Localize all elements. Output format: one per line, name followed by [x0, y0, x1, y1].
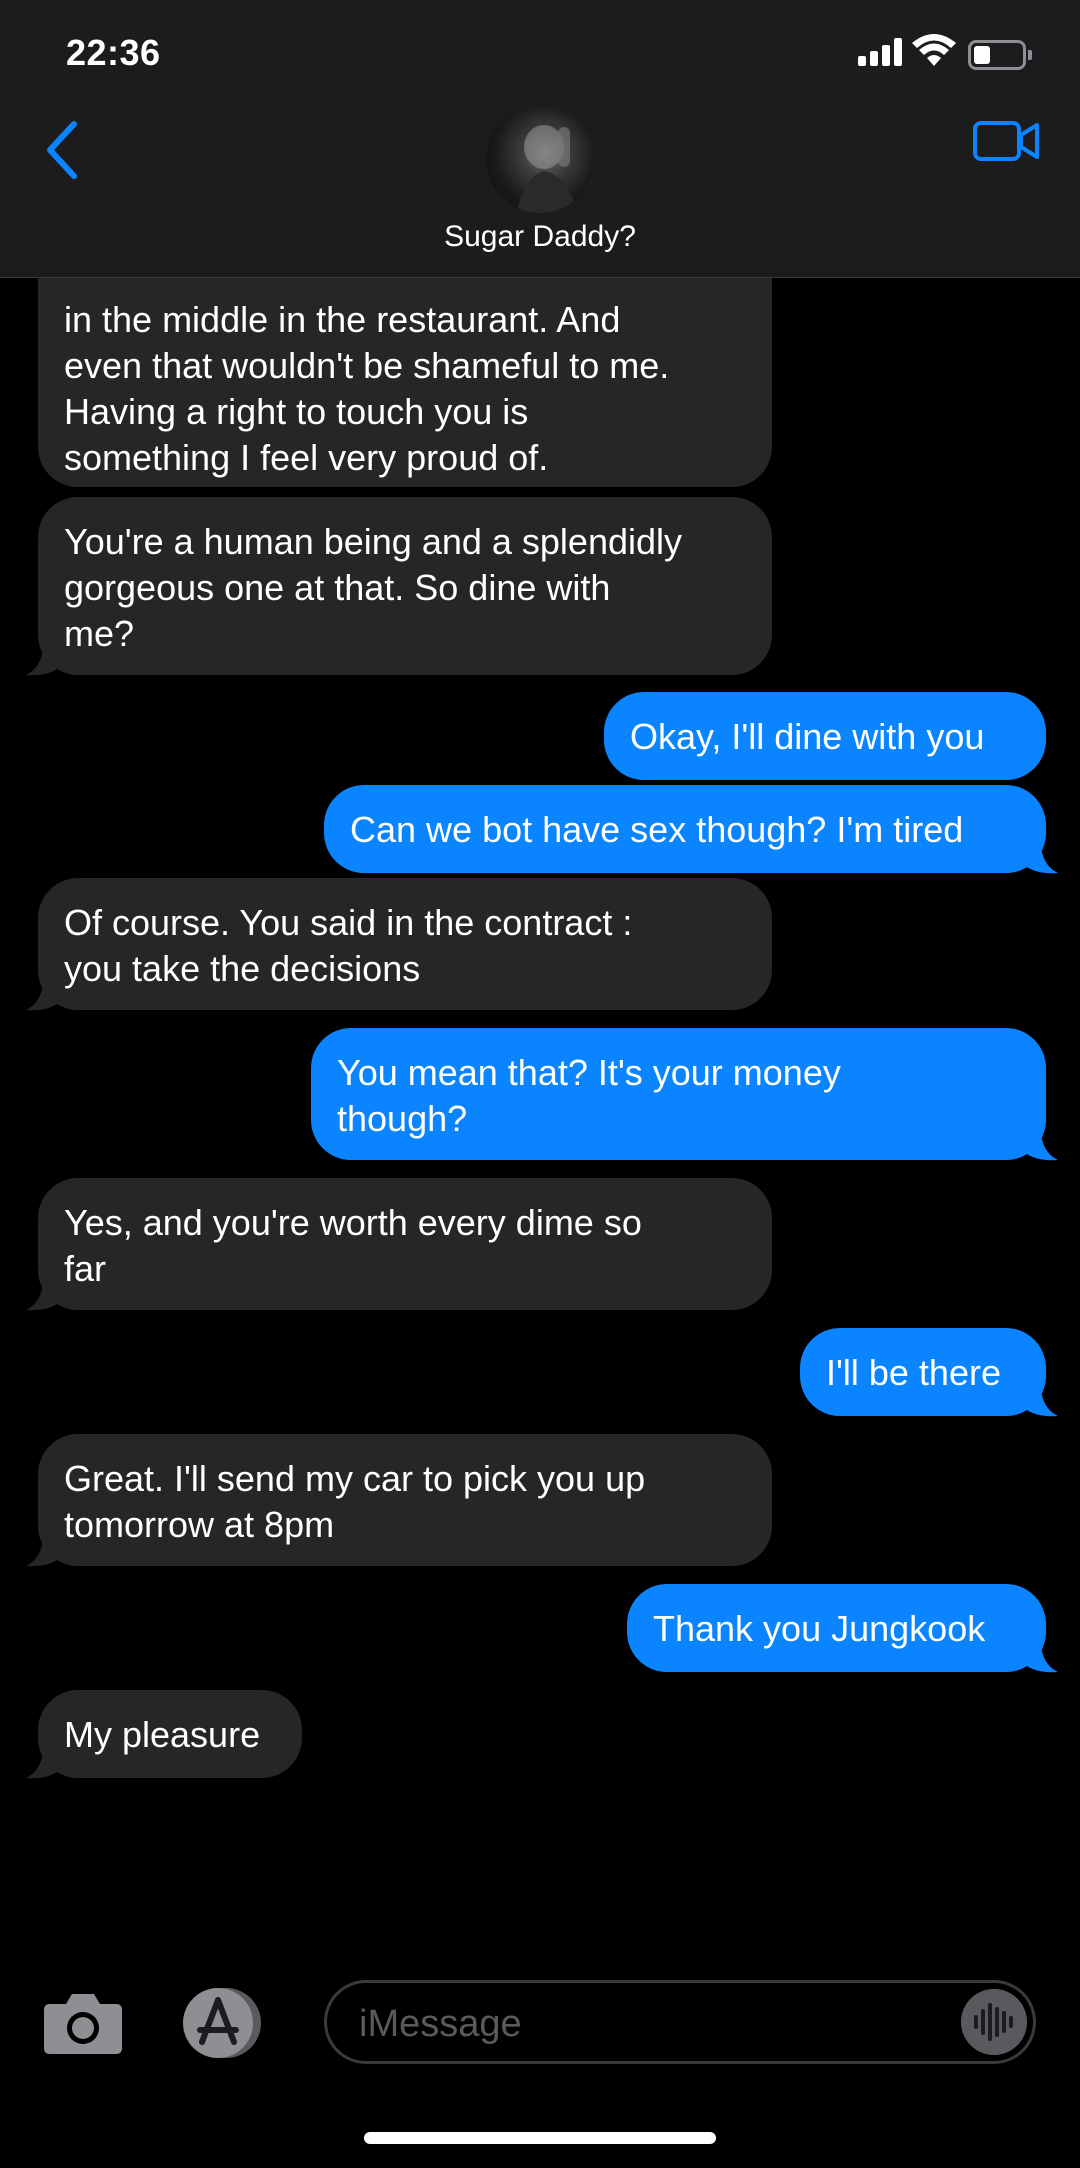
outgoing-message: Can we bot have sex though? I'm tired	[324, 785, 1046, 873]
incoming-message: You're a human being and a splendidly go…	[38, 497, 772, 675]
incoming-message: Great. I'll send my car to pick you up t…	[38, 1434, 772, 1566]
bubble-tail	[1020, 1122, 1058, 1161]
contact-avatar[interactable]	[486, 105, 594, 213]
status-time: 22:36	[66, 32, 161, 73]
app-store-icon[interactable]	[176, 1986, 270, 2060]
contact-name[interactable]: Sugar Daddy?	[0, 220, 1080, 254]
conversation-header: Sugar Daddy?	[0, 100, 1080, 278]
status-bar: 22:36	[0, 0, 1080, 100]
bubble-tail	[26, 1740, 64, 1779]
home-indicator[interactable]	[364, 2132, 716, 2144]
bubble-tail	[1020, 1634, 1058, 1673]
bubble-tail	[1020, 1378, 1058, 1417]
incoming-message: My pleasure	[38, 1690, 302, 1778]
wifi-icon	[912, 34, 956, 66]
message-thread[interactable]: in the middle in the restaurant. And eve…	[0, 277, 1080, 1967]
bubble-tail	[1020, 835, 1058, 874]
outgoing-message: You mean that? It's your money though?	[311, 1028, 1046, 1160]
battery-icon	[968, 40, 1032, 70]
bubble-tail	[26, 637, 64, 676]
input-placeholder: iMessage	[359, 2003, 522, 2045]
bubble-tail	[26, 972, 64, 1011]
incoming-message: Of course. You said in the contract : yo…	[38, 878, 772, 1010]
outgoing-message: Thank you Jungkook	[627, 1584, 1046, 1672]
incoming-message: Yes, and you're worth every dime so far	[38, 1178, 772, 1310]
camera-icon[interactable]	[42, 1990, 124, 2056]
video-camera-icon[interactable]	[972, 118, 1040, 164]
chevron-left-icon[interactable]	[40, 118, 84, 182]
outgoing-message: I'll be there	[800, 1328, 1046, 1416]
bubble-tail	[26, 1272, 64, 1311]
waveform-icon[interactable]	[961, 1989, 1027, 2055]
bubble-tail	[26, 1528, 64, 1567]
incoming-message: in the middle in the restaurant. And eve…	[38, 277, 772, 487]
outgoing-message: Okay, I'll dine with you	[604, 692, 1046, 780]
imessage-input[interactable]: iMessage	[324, 1980, 1036, 2064]
cellular-signal-icon	[858, 38, 906, 66]
